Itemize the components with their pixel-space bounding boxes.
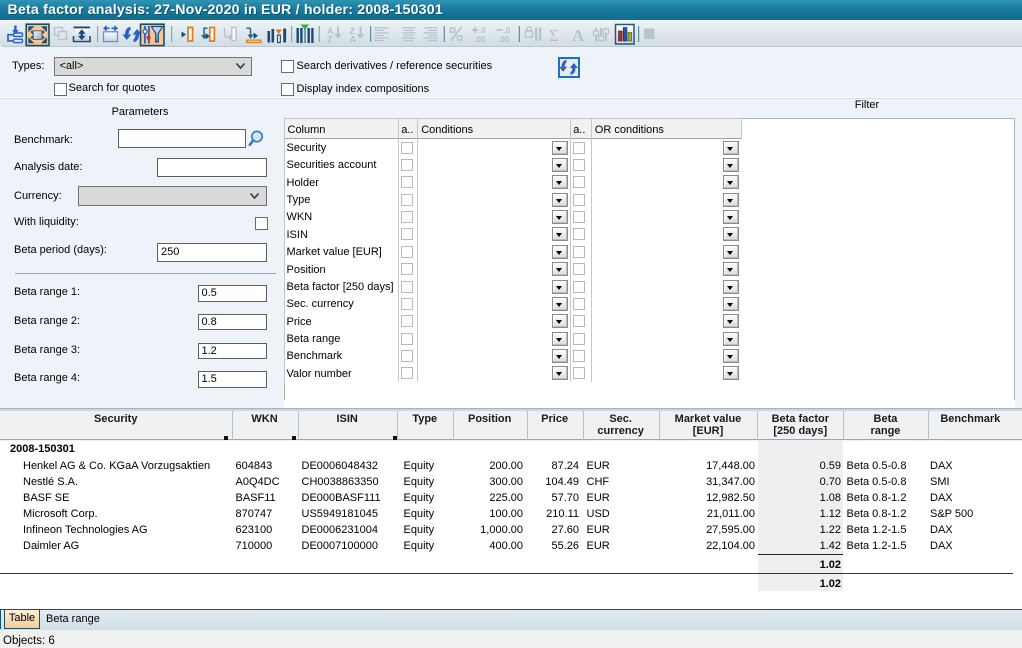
- svg-text:.00: .00: [498, 35, 510, 44]
- svg-text:Σ: Σ: [549, 26, 559, 45]
- svg-text:Z: Z: [327, 35, 333, 45]
- svg-text:A: A: [572, 26, 585, 45]
- svg-text:A: A: [350, 35, 357, 45]
- svg-text:.0: .0: [504, 26, 511, 35]
- svg-text:.00: .00: [474, 35, 486, 44]
- svg-text:.0: .0: [479, 26, 486, 35]
